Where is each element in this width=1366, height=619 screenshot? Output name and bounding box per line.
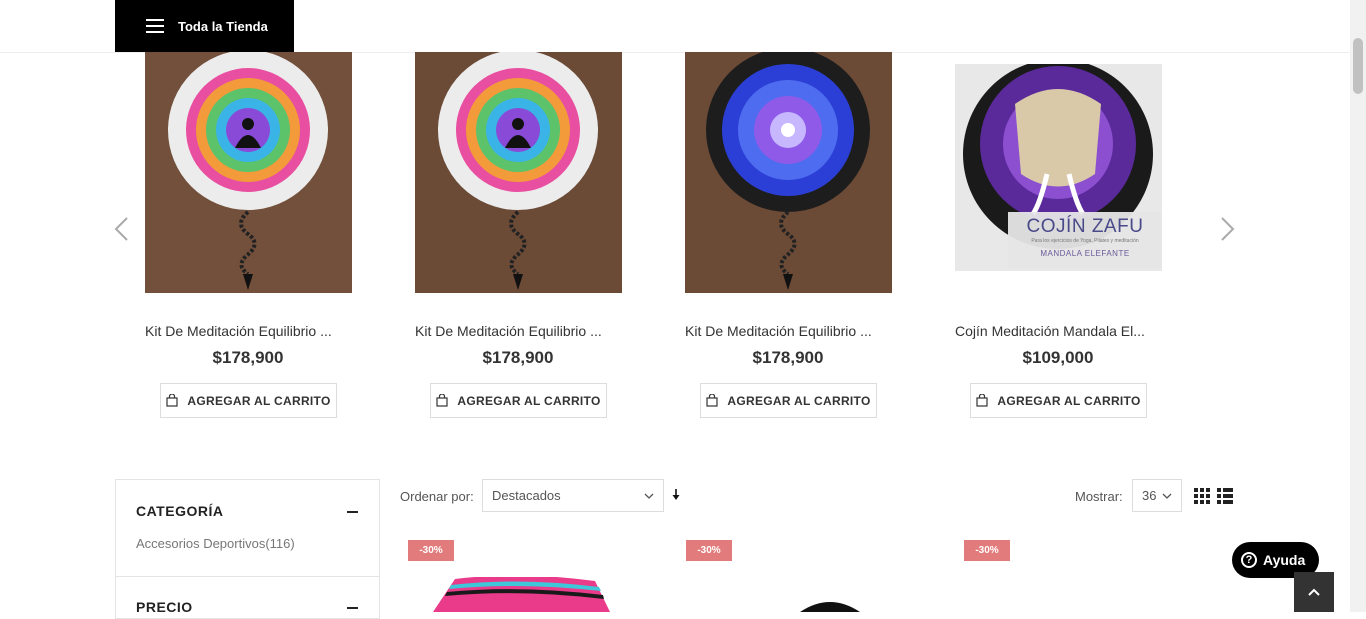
add-to-cart-label: AGREGAR AL CARRITO [727,393,871,408]
collapse-category-icon[interactable] [347,511,358,513]
shopping-bag-icon [166,394,179,407]
carousel-prev-button[interactable] [111,216,133,242]
discount-badge: -30% [964,540,1010,561]
sort-select[interactable]: Destacados [482,479,664,512]
add-to-cart-button[interactable]: AGREGAR AL CARRITO [700,383,877,418]
add-to-cart-label: AGREGAR AL CARRITO [997,393,1141,408]
collapse-price-icon[interactable] [347,607,358,609]
product-image-caption: MANDALA ELEFANTE [1040,249,1130,258]
filter-sidebar: CATEGORÍA Accesorios Deportivos(116) PRE… [115,479,380,619]
discount-badge: -30% [408,540,454,561]
page-scrollbar[interactable] [1350,0,1366,612]
product-image[interactable] [145,52,352,293]
chevron-left-icon [114,217,128,241]
sort-select-value: Destacados [492,488,561,503]
product-image[interactable] [425,577,615,612]
hamburger-icon [146,19,164,33]
add-to-cart-button[interactable]: AGREGAR AL CARRITO [160,383,337,418]
question-icon: ? [1241,552,1257,568]
price-filter-title: PRECIO [136,599,193,615]
chevron-down-icon [644,493,654,499]
product-image[interactable] [685,52,892,293]
product-image[interactable] [795,600,865,612]
product-image-subtitle: Para los ejercicios de Yoga, Pilates y m… [1031,238,1139,244]
product-image-title: COJÍN ZAFU [1026,216,1144,237]
chevron-down-icon [1162,493,1172,499]
product-price: $178,900 [752,348,824,367]
carousel-next-button[interactable] [1216,216,1238,242]
shopping-bag-icon [706,394,719,407]
show-count-value: 36 [1142,488,1157,503]
chevron-up-icon [1308,588,1320,596]
scrollbar-thumb[interactable] [1353,38,1363,94]
add-to-cart-label: AGREGAR AL CARRITO [187,393,331,408]
category-filter-title: CATEGORÍA [136,503,224,519]
back-to-top-button[interactable] [1294,572,1334,612]
shopping-bag-icon [436,394,449,407]
product-price: $109,000 [1022,348,1094,367]
add-to-cart-button[interactable]: AGREGAR AL CARRITO [970,383,1147,418]
all-store-menu-label: Toda la Tienda [178,18,268,34]
chevron-right-icon [1221,217,1235,241]
list-view-icon[interactable] [1217,488,1233,504]
add-to-cart-label: AGREGAR AL CARRITO [457,393,601,408]
product-name[interactable]: Kit De Meditación Equilibrio ... [133,323,363,339]
show-label: Mostrar: [1075,489,1123,504]
sidebar-divider [116,576,379,577]
category-item-accesorios-deportivos[interactable]: Accesorios Deportivos(116) [136,536,295,551]
product-price: $178,900 [482,348,554,367]
product-name[interactable]: Kit De Meditación Equilibrio ... [673,323,903,339]
sort-direction-icon[interactable] [671,489,681,501]
discount-badge: -30% [686,540,732,561]
shopping-bag-icon [976,394,989,407]
grid-view-icon[interactable] [1194,488,1210,504]
sort-label: Ordenar por: [400,489,474,504]
add-to-cart-button[interactable]: AGREGAR AL CARRITO [430,383,607,418]
product-price: $178,900 [212,348,284,367]
product-name[interactable]: Cojín Meditación Mandala El... [943,323,1173,339]
all-store-menu-button[interactable]: Toda la Tienda [115,0,294,52]
product-name[interactable]: Kit De Meditación Equilibrio ... [403,323,633,339]
product-image[interactable] [415,52,622,293]
show-count-select[interactable]: 36 [1132,479,1182,512]
help-button-label: Ayuda [1263,552,1306,568]
